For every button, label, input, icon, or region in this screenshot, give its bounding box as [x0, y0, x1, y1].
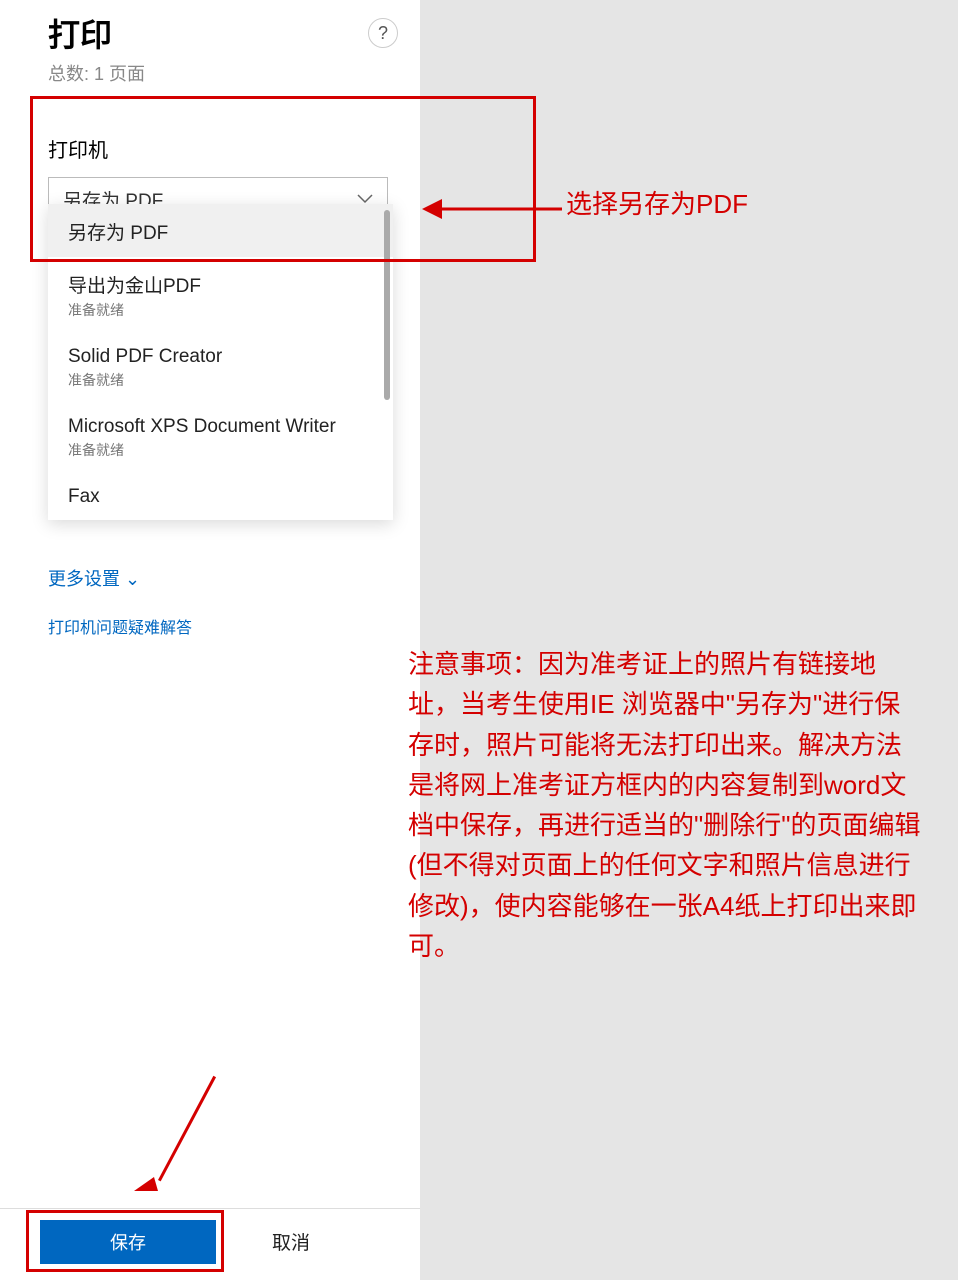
more-settings-link[interactable]: 更多设置 ⌄	[48, 565, 140, 591]
cancel-button[interactable]: 取消	[272, 1228, 310, 1255]
printer-label: 打印机	[48, 134, 372, 163]
help-icon[interactable]: ?	[368, 18, 398, 48]
page-title: 打印	[48, 10, 372, 56]
printer-dropdown: 另存为 PDF 导出为金山PDF 准备就绪 Solid PDF Creator …	[48, 204, 393, 520]
option-status: 准备就绪	[68, 370, 373, 390]
scrollbar[interactable]	[384, 210, 390, 400]
option-name: Fax	[68, 486, 373, 508]
footer-bar: 保存 取消	[0, 1208, 420, 1280]
option-name: Microsoft XPS Document Writer	[68, 416, 373, 438]
option-name: Solid PDF Creator	[68, 346, 373, 368]
option-name: 导出为金山PDF	[68, 271, 373, 298]
header: 打印 总数: 1 页面	[0, 0, 420, 86]
troubleshoot-link[interactable]: 打印机问题疑难解答	[48, 614, 192, 638]
option-name: 另存为 PDF	[68, 218, 373, 245]
printer-option-save-as-pdf[interactable]: 另存为 PDF	[48, 204, 393, 257]
annotation-notice-text: 注意事项：因为准考证上的照片有链接地址，当考生使用IE 浏览器中"另存为"进行保…	[408, 644, 924, 966]
option-status: 准备就绪	[68, 440, 373, 460]
printer-option-kingsoft-pdf[interactable]: 导出为金山PDF 准备就绪	[48, 257, 393, 332]
annotation-label-select-pdf: 选择另存为PDF	[566, 184, 748, 221]
printer-option-fax[interactable]: Fax	[48, 472, 393, 520]
annotation-arrow-printer	[420, 184, 570, 239]
printer-option-solid-pdf[interactable]: Solid PDF Creator 准备就绪	[48, 332, 393, 402]
save-button[interactable]: 保存	[40, 1220, 216, 1264]
chevron-down-icon: ⌄	[125, 569, 140, 589]
printer-option-xps[interactable]: Microsoft XPS Document Writer 准备就绪	[48, 402, 393, 472]
option-status: 准备就绪	[68, 300, 373, 320]
page-count: 总数: 1 页面	[48, 60, 372, 86]
